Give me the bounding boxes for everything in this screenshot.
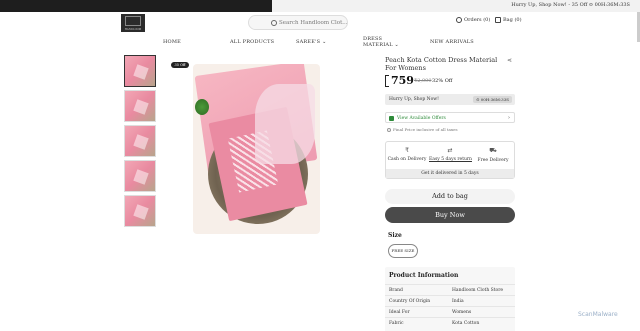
return-icon: ⇄ [447, 147, 453, 154]
gallery-thumb[interactable] [124, 90, 156, 122]
promo-bar-dark [0, 0, 272, 12]
search-icon [271, 20, 277, 26]
product-information: Product Information Brand Handloom Cloth… [385, 267, 515, 331]
cod-item: ₹ Cash on Delivery [387, 147, 427, 162]
view-offers-button[interactable]: View Available Offers › [385, 112, 515, 123]
buy-now-button[interactable]: Buy Now [385, 207, 515, 223]
gallery-thumb[interactable] [124, 125, 156, 157]
promo-text: Hurry Up, Shop Now! - 35 Off ⊙ 00H:36M:3… [511, 2, 630, 8]
nav-home[interactable]: HOME [163, 39, 181, 45]
price: 759 [391, 74, 414, 87]
truck-icon: ⛟ [489, 147, 497, 154]
table-row: Brand Handloom Cloth Store [385, 284, 515, 295]
final-price-note: Final Price inclusive of all taxes [387, 127, 458, 132]
gallery-thumb[interactable] [124, 55, 156, 87]
info-icon [387, 128, 391, 132]
nav-new-arrivals[interactable]: NEW ARRIVALS [430, 39, 474, 45]
bag-icon[interactable] [495, 17, 501, 23]
offer-icon [389, 115, 394, 121]
watermark: ScanMalware [578, 311, 618, 318]
promo-bar: Hurry Up, Shop Now! - 35 Off ⊙ 00H:36M:3… [0, 0, 640, 12]
table-row: Fabric Kota Cotton [385, 317, 515, 328]
logo-text: HANDLOOM [124, 28, 142, 31]
table-row: Country Of Origin India [385, 295, 515, 306]
rupee-icon: ₹ [405, 147, 409, 154]
size-label: Size [388, 232, 402, 239]
orders-link[interactable]: Orders (0) [464, 17, 490, 23]
discount-badge: 35 Off [171, 62, 189, 68]
product-info-title: Product Information [389, 272, 459, 279]
delivery-estimate: Get it delivered in 5 days [386, 169, 514, 178]
logo[interactable]: HANDLOOM [121, 14, 145, 32]
countdown-timer: ⊙ 00H:36M:33S [473, 96, 512, 103]
price-bracket [385, 75, 389, 87]
gallery-thumb[interactable] [124, 195, 156, 227]
table-row: Ideal For Womens [385, 306, 515, 317]
size-option-free-size[interactable]: FREE SIZE [388, 244, 418, 258]
bag-link[interactable]: Bag (0) [503, 17, 522, 23]
product-title: Peach Kota Cotton Dress Material For Wom… [385, 56, 498, 72]
user-icon[interactable] [456, 17, 462, 23]
search-bar[interactable]: Search Handloom Clot... [248, 15, 348, 30]
hurry-text: Hurry Up, Shop Now! [389, 97, 439, 102]
discount-text: 32% Off [432, 78, 453, 84]
free-delivery-item: ⛟ Free Delivery [472, 147, 514, 163]
nav-dress-material[interactable]: DRESS MATERIAL ⌄ [363, 36, 403, 48]
mrp: ₹2,999 [414, 78, 432, 84]
offers-label: View Available Offers [397, 115, 446, 121]
nav-all-products[interactable]: ALL PRODUCTS [230, 39, 274, 45]
chevron-right-icon: › [508, 115, 510, 121]
logo-mark [125, 16, 141, 26]
return-item[interactable]: ⇄ Easy 5 days return [429, 147, 472, 162]
search-input[interactable]: Search Handloom Clot... [279, 20, 348, 26]
hurry-banner: Hurry Up, Shop Now! ⊙ 00H:36M:33S [385, 94, 515, 105]
nav-sarees[interactable]: SAREE'S ⌄ [296, 39, 327, 45]
add-to-bag-button[interactable]: Add to bag [385, 189, 515, 204]
product-main-image[interactable] [193, 64, 320, 234]
gallery-thumb[interactable] [124, 160, 156, 192]
share-icon[interactable]: ⋖ [507, 57, 512, 64]
delivery-info: ₹ Cash on Delivery ⇄ Easy 5 days return … [385, 141, 515, 179]
